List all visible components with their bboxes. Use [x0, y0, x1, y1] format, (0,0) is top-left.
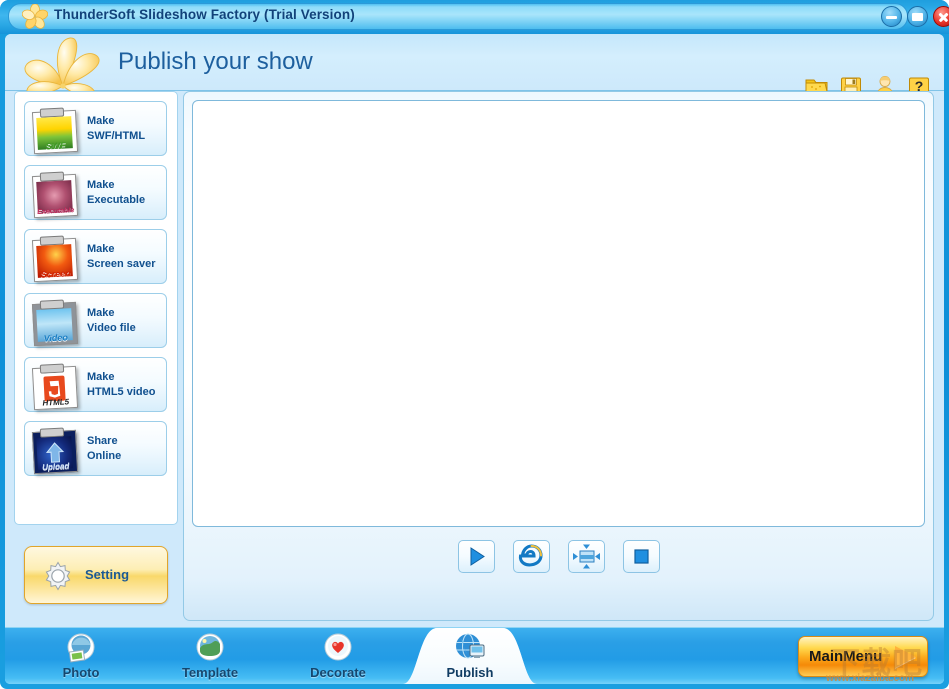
- nav-tab-label: Decorate: [310, 665, 366, 680]
- sidebar-item-line1: Make: [87, 371, 115, 383]
- close-button[interactable]: [933, 6, 949, 27]
- sidebar-item-label: Make Executable: [87, 178, 145, 208]
- main-region: SWF Make SWF/HTML Executable Make Execut…: [5, 91, 944, 627]
- sidebar-item-line2: Video file: [87, 322, 136, 334]
- sidebar-item-make-executable[interactable]: Executable Make Executable: [24, 165, 167, 220]
- page-title: Publish your show: [118, 48, 313, 75]
- play-button[interactable]: [457, 540, 495, 573]
- preview-panel: [183, 91, 934, 621]
- publish-icon: [451, 630, 489, 668]
- sidebar-item-share-online[interactable]: Upload Share Online: [24, 421, 167, 476]
- header-band: Publish your show ?: [5, 34, 944, 98]
- sidebar-item-make-video-file[interactable]: Video Make Video file: [24, 293, 167, 348]
- setting-button-label: Setting: [85, 567, 130, 582]
- nav-tab-publish[interactable]: Publish: [410, 630, 530, 684]
- flower-icon: [21, 3, 49, 30]
- sidebar-item-label: Make HTML5 video: [87, 370, 155, 400]
- minimize-button[interactable]: [881, 6, 902, 27]
- title-bar: ThunderSoft Slideshow Factory (Trial Ver…: [0, 0, 949, 34]
- stop-button[interactable]: [622, 540, 660, 573]
- gear-icon: [42, 560, 74, 592]
- sidebar-item-line2: HTML5 video: [87, 386, 156, 398]
- window-title: ThunderSoft Slideshow Factory (Trial Ver…: [54, 7, 355, 22]
- nav-tab-label: Publish: [446, 665, 494, 680]
- nav-tab-template[interactable]: Template: [150, 630, 270, 684]
- playback-controls: [184, 540, 933, 573]
- sidebar-item-line1: Make: [87, 115, 115, 127]
- flower-logo-icon: [17, 34, 109, 98]
- main-menu-button[interactable]: MainMenu: [798, 636, 928, 677]
- sidebar-item-label: Share Online: [87, 434, 121, 464]
- sidebar-item-line2: Online: [87, 450, 122, 462]
- sidebar-item-line1: Make: [87, 179, 115, 191]
- swf-thumbnail-icon: SWF: [30, 107, 82, 155]
- preview-stage[interactable]: [192, 100, 925, 527]
- nav-tab-label: Template: [181, 665, 239, 680]
- sidebar-item-make-html5-video[interactable]: HTML5 Make HTML5 video: [24, 357, 167, 412]
- sidebar-item-label: Make Screen saver: [87, 242, 156, 272]
- photo-icon: [62, 630, 100, 668]
- nav-tab-label: Photo: [62, 665, 100, 680]
- sidebar-item-line1: Make: [87, 243, 115, 255]
- executable-thumbnail-icon: Executable: [30, 171, 82, 219]
- arrow-right-icon: [895, 646, 916, 668]
- sidebar-item-line2: SWF/HTML: [87, 130, 146, 142]
- template-icon: [191, 630, 229, 668]
- sidebar-item-label: Make Video file: [87, 306, 136, 336]
- decorate-icon: [319, 630, 357, 668]
- maximize-button[interactable]: [907, 6, 928, 27]
- sidebar: SWF Make SWF/HTML Executable Make Execut…: [14, 91, 178, 621]
- nav-tab-photo[interactable]: Photo: [21, 630, 141, 684]
- bottom-navigation-bar: Photo Template Decorate Publish MainMenu: [5, 627, 944, 684]
- html5-thumbnail-icon: HTML5: [30, 363, 82, 411]
- main-menu-label: MainMenu: [809, 648, 883, 665]
- application-window: ThunderSoft Slideshow Factory (Trial Ver…: [0, 0, 949, 689]
- sidebar-item-line1: Share: [87, 435, 118, 447]
- sidebar-item-line2: Executable: [87, 194, 146, 206]
- upload-thumbnail-icon: Upload: [30, 427, 82, 475]
- publish-options-list: SWF Make SWF/HTML Executable Make Execut…: [14, 91, 178, 525]
- nav-tab-decorate[interactable]: Decorate: [278, 630, 398, 684]
- sidebar-item-make-swf-html[interactable]: SWF Make SWF/HTML: [24, 101, 167, 156]
- fullscreen-button[interactable]: [567, 540, 605, 573]
- sidebar-item-label: Make SWF/HTML: [87, 114, 145, 144]
- browser-button[interactable]: [512, 540, 550, 573]
- sidebar-item-make-screen-saver[interactable]: Screen Make Screen saver: [24, 229, 167, 284]
- screensaver-thumbnail-icon: Screen: [30, 235, 82, 283]
- content-card: Publish your show ? SWF Make SWF/HTML Ex…: [5, 34, 944, 684]
- sidebar-item-line1: Make: [87, 307, 115, 319]
- sidebar-item-line2: Screen saver: [87, 258, 156, 270]
- setting-button[interactable]: Setting: [24, 546, 168, 604]
- video-thumbnail-icon: Video: [30, 299, 82, 347]
